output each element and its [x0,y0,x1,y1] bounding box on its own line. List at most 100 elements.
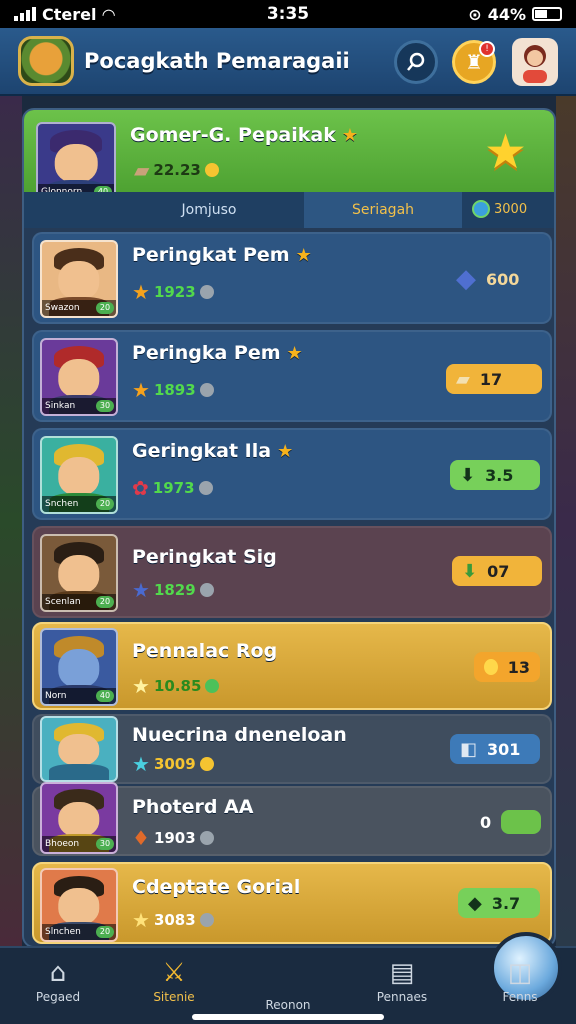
profile-button[interactable] [512,38,558,86]
rank-change-pill: ◆ 3.7 [458,888,540,918]
battery-icon [532,7,562,21]
top-player-score: ▰ 22.23 [134,158,219,182]
coin-icon [199,757,214,771]
rotation-lock-icon: ⊙ [468,4,482,24]
home-icon: ⌂ [49,958,67,988]
list-item-highlighted[interactable]: Norn 40 Pennalac Rog ★ 10.85 13 [32,622,552,710]
nav-item-center[interactable]: Reonon [238,932,562,1012]
coin-icon [199,583,214,597]
avatar [523,45,547,83]
player-name-text: Peringka Pem [132,342,281,364]
player-name: Pennalac Rog [132,640,277,662]
reward-pill: 13 [474,652,540,682]
player-avatar: Swazon 20 [40,240,118,318]
player-score: ★ 1893 [132,378,214,402]
reward-amount: 0 [480,812,492,832]
nav-item-chest[interactable]: ▤ Pennaes [352,956,452,1004]
player-avatar: Slnchen 20 [40,868,118,942]
reward-value: ◆ 600 [456,264,519,294]
level-badge: 30 [96,400,114,412]
list-item[interactable]: Snchen 20 Geringkat Ila ★ ✿ 1973 ⬇ 3.5 [32,428,552,520]
nav-label: Fenns [502,990,538,1004]
gem-icon: ◆ [456,264,476,294]
arrow-down-icon: ⬇ [460,464,476,486]
reward-amount: 600 [486,269,520,289]
player-score: ♦ 1903 [132,826,214,850]
leaderboard-tabs: Jomjuso Seriagah 3000 [24,192,554,228]
top-player-name-text: Gomer-G. Pepaikak [130,124,336,146]
player-name: Cdeptate Gorial [132,876,300,898]
player-avatar: Sinkan 30 [40,338,118,416]
list-item[interactable]: Scenlan 20 Peringkat Sig ★ 1829 ⬇ 07 [32,526,552,618]
score-value: 1903 [153,829,196,847]
list-item[interactable]: Bhoeon 30 Photerd AA ♦ 1903 0 [32,782,552,856]
rank-change-value: 3.5 [485,465,514,485]
coin-icon [484,659,498,675]
player-avatar [40,716,118,782]
star-icon: ★ [132,280,150,304]
top-player-name: Gomer-G. Pepaikak ★ [130,124,358,146]
search-button[interactable] [394,40,438,84]
score-value: 3009 [153,755,196,773]
player-name: Photerd AA [132,796,253,818]
rose-icon: ✿ [132,476,149,500]
player-name-text: Photerd AA [132,796,254,818]
chest-icon: ▰ [456,368,470,390]
score-value: 3083 [153,911,196,929]
score-value: 1829 [153,581,196,599]
global-count: 3000 [472,200,527,218]
level-badge: 30 [96,838,114,850]
coin-icon [198,481,213,495]
tab-jomjuso[interactable]: Jomjuso [124,192,294,228]
player-avatar: Glonnorn 40 [36,122,116,202]
reward-amount: 17 [479,369,503,389]
nav-item-home[interactable]: ⌂ Pegaed [8,956,108,1004]
player-score: ✿ 1973 [132,476,213,500]
app-header: Pocagkath Pemaragaii ♜ ! [0,28,576,96]
coin-icon [199,383,214,397]
reward-amount: 13 [507,657,530,677]
nav-label: Pegaed [35,990,81,1004]
nav-item-stats[interactable]: ◫ Fenns [470,956,570,1004]
player-name: Peringkat Sig [132,546,277,568]
rank-change-pill: ⬇ 07 [452,556,542,586]
list-item[interactable]: Sinkan 30 Peringka Pem ★ ★ 1893 ▰ 17 [32,330,552,422]
notification-badge: ! [479,41,495,57]
player-name: Nuecrina dneneloan [132,724,347,746]
status-bar: Cterel ◠ 3:35 ⊙ 44% [0,0,576,28]
reward-pill: ◧ 301 [450,734,540,764]
signal-icon [14,7,36,21]
star-icon: ★ [132,378,150,402]
star-icon: ★ [341,125,358,146]
player-avatar: Bhoeon 30 [40,782,118,854]
score-value: 22.23 [153,161,201,179]
game-logo [18,36,74,86]
rank-change-value: 3.7 [491,893,521,913]
cube-icon: ◧ [460,738,478,760]
reward-pill: ▰ 17 [446,364,542,394]
player-name: Peringkat Pem ★ [132,244,312,266]
player-score: ★ 3009 [132,752,214,776]
star-icon: ★ [286,343,303,364]
player-name-text: Pennalac Rog [132,640,278,662]
wifi-icon: ◠ [102,4,115,24]
list-item[interactable]: Slnchen 20 Cdeptate Gorial ★ 3083 ◆ 3.7 [32,862,552,944]
score-value: 10.85 [153,677,202,695]
tab-seriagah[interactable]: Seriagah [304,192,462,228]
reward-amount: 301 [487,739,521,759]
list-item[interactable]: Swazon 20 Peringkat Pem ★ ★ 1923 ◆ 600 [32,232,552,324]
score-value: 1973 [152,479,195,497]
nav-item-battle[interactable]: ⚔ Sitenie [124,956,224,1004]
achievements-button[interactable]: ♜ ! [452,40,496,84]
level-badge: 20 [96,926,114,938]
coin-icon [199,831,214,845]
chest-icon: ▤ [389,958,415,988]
player-score: ★ 1829 [132,578,214,602]
list-item[interactable]: Nuecrina dneneloan ★ 3009 ◧ 301 [32,714,552,784]
level-badge: 20 [96,596,114,608]
battery-percent: 44% [487,4,526,24]
player-name-text: Cdeptate Gorial [132,876,301,898]
top-player-card[interactable]: Glonnorn 40 Gomer-G. Pepaikak★ ▰ 22.23 ★ [24,110,554,202]
player-name: Peringka Pem ★ [132,342,303,364]
coin-icon [205,679,220,693]
